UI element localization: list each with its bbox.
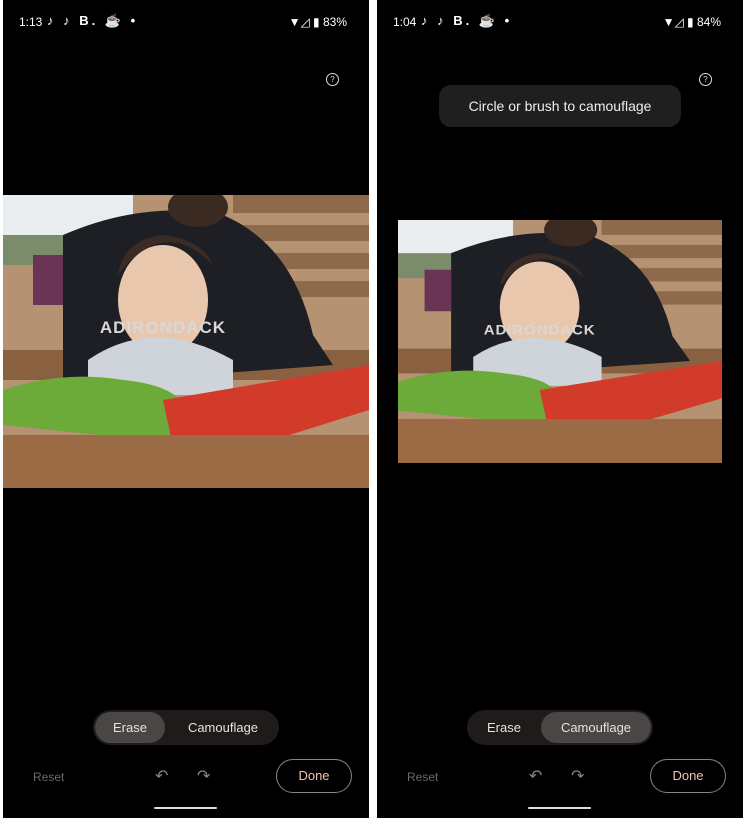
phone-screen-camouflage: 1:04 ♪ ♪ B. ☕ • ▼◿ ▮ 84% ? Circle or bru… [377, 0, 743, 818]
phone-screen-erase: 1:13 ♪ ♪ B. ☕ • ▼◿ ▮ 83% ? ADIRONDACK Er… [3, 0, 369, 818]
reset-button[interactable]: Reset [33, 770, 64, 784]
mode-toggle: Erase Camouflage [467, 710, 653, 745]
shirt-text: ADIRONDACK [100, 318, 226, 337]
redo-icon[interactable]: ↷ [571, 766, 584, 786]
photo-canvas[interactable]: ADIRONDACK [3, 195, 369, 488]
gesture-handle [154, 807, 217, 809]
status-time: 1:04 [393, 15, 417, 29]
reset-button[interactable]: Reset [407, 770, 438, 784]
help-icon[interactable]: ? [326, 73, 339, 86]
system-status: ▼◿ ▮ 83% [289, 15, 347, 29]
mode-toggle: Erase Camouflage [93, 710, 279, 745]
status-time: 1:13 [19, 15, 43, 29]
camouflage-tab[interactable]: Camouflage [541, 712, 651, 743]
camouflage-tab[interactable]: Camouflage [169, 712, 277, 743]
done-button[interactable]: Done [650, 759, 726, 793]
undo-icon[interactable]: ↶ [155, 766, 168, 786]
redo-icon[interactable]: ↷ [197, 766, 210, 786]
wifi-icon: ▼◿ ▮ [662, 15, 697, 29]
erase-tab[interactable]: Erase [95, 712, 165, 743]
shirt-text: ADIRONDACK [484, 323, 596, 338]
help-icon[interactable]: ? [699, 73, 712, 86]
notification-icons: ♪ ♪ B. ☕ • [47, 13, 139, 28]
done-button[interactable]: Done [276, 759, 352, 793]
wifi-icon: ▼◿ ▮ [288, 15, 323, 29]
gesture-handle [528, 807, 591, 809]
battery-level: 84% [696, 15, 721, 29]
photo-canvas[interactable]: ADIRONDACK [398, 220, 722, 463]
status-bar: 1:04 ♪ ♪ B. ☕ • ▼◿ ▮ 84% [377, 12, 743, 32]
erase-tab[interactable]: Erase [469, 712, 539, 743]
instruction-tooltip: Circle or brush to camouflage [439, 85, 681, 127]
status-bar: 1:13 ♪ ♪ B. ☕ • ▼◿ ▮ 83% [3, 12, 369, 32]
undo-icon[interactable]: ↶ [529, 766, 542, 786]
system-status: ▼◿ ▮ 84% [663, 15, 721, 29]
battery-level: 83% [322, 15, 347, 29]
notification-icons: ♪ ♪ B. ☕ • [421, 13, 513, 28]
